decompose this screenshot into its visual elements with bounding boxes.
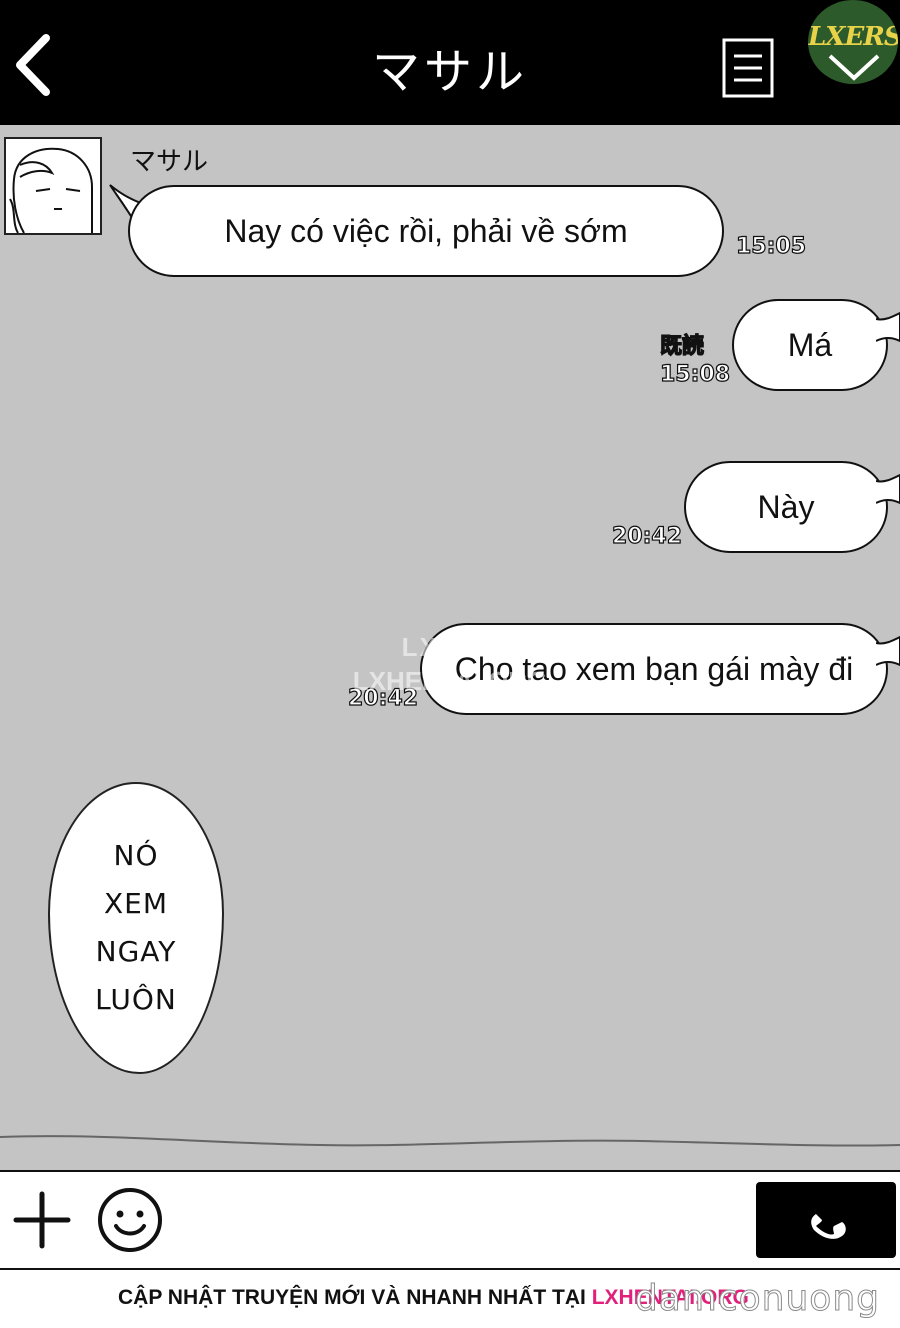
bubble-tail — [876, 635, 900, 667]
watermark-line: LXHENTAI.ORG — [352, 666, 548, 696]
message-text: Này — [757, 488, 815, 525]
emoji-button[interactable] — [96, 1186, 164, 1254]
message-time: 15:05 — [735, 233, 807, 259]
lxers-logo: LXERS — [808, 0, 898, 84]
bubble-tail — [876, 473, 900, 505]
message-time: 15:08 — [659, 361, 731, 387]
menu-icon — [722, 38, 774, 98]
phone-icon — [811, 1214, 846, 1239]
footer: CẬP NHẬT TRUYỆN MỚI VÀ NHANH NHẤT TẠI LX… — [0, 1270, 900, 1328]
chat-area: マサル Nay có việc rồi, phải về sớm 15:05 既… — [0, 125, 900, 1170]
chevron-down-icon — [828, 54, 880, 81]
chat-header: マサル LXERS — [0, 0, 900, 125]
sender-name: マサル — [130, 147, 209, 177]
watermark-line: LXERS — [401, 632, 499, 662]
thought-line: XEM — [103, 887, 169, 920]
read-receipt: 既読 — [659, 333, 705, 359]
thought-line: NÓ — [113, 839, 159, 872]
logo-text: LXERS — [808, 22, 898, 52]
message-time: 20:42 — [611, 523, 683, 549]
message-text: Nay có việc rồi, phải về sớm — [224, 212, 628, 249]
watermark: LXERS LXHENTAI.ORG — [330, 630, 570, 698]
message-bubble-outgoing: Này — [684, 461, 888, 553]
panel-border-line — [0, 1135, 900, 1147]
menu-button[interactable] — [722, 38, 774, 98]
input-bar — [0, 1170, 900, 1270]
thought-bubble: NÓ XEM NGAY LUÔN — [48, 782, 224, 1074]
call-button[interactable] — [756, 1182, 896, 1258]
avatar-face-drawing — [9, 147, 93, 233]
message-bubble-outgoing: Má — [732, 299, 888, 391]
avatar — [4, 137, 102, 235]
message-text: Má — [787, 326, 833, 363]
footer-label: CẬP NHẬT TRUYỆN MỚI VÀ NHANH NHẤT TẠI — [118, 1286, 586, 1309]
add-attachment-button[interactable] — [12, 1190, 72, 1250]
message-bubble-incoming: Nay có việc rồi, phải về sớm — [128, 185, 724, 277]
smiley-icon — [98, 1188, 162, 1252]
thought-line: LUÔN — [95, 983, 177, 1016]
thought-line: NGAY — [95, 935, 177, 968]
bubble-tail — [876, 311, 900, 343]
plus-icon — [13, 1191, 71, 1249]
footer-brand: damconuong — [634, 1278, 880, 1320]
